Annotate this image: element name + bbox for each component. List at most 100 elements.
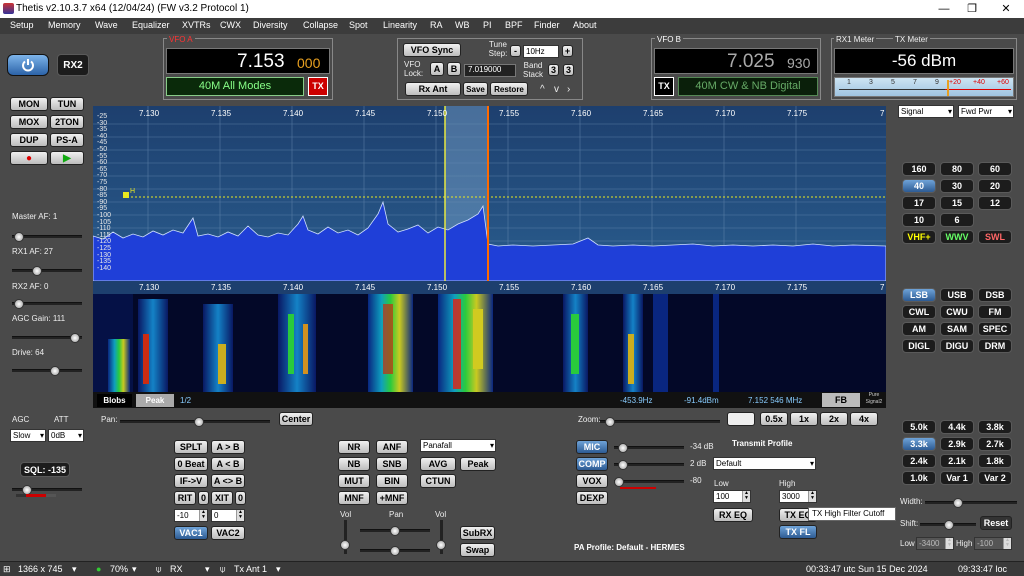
band-10-button[interactable]: 10 [902,213,936,227]
zoom-1x-button[interactable]: 1x [790,412,818,426]
menu-diversity[interactable]: Diversity [253,20,288,30]
band-stack-up-icon[interactable]: ^ [540,84,545,95]
dup-button[interactable]: DUP [10,133,48,147]
menu-xvtrs[interactable]: XVTRs [182,20,211,30]
band-160-button[interactable]: 160 [902,162,936,176]
rx2-af-slider[interactable] [12,299,82,309]
mode-dsb-button[interactable]: DSB [978,288,1012,302]
mic-button[interactable]: MIC [576,440,608,454]
zoom-4x-button[interactable]: 4x [850,412,878,426]
tx-antenna-dropdown-icon[interactable]: ▾ [276,564,281,575]
close-button[interactable]: ✕ [992,1,1020,17]
mode-cwu-button[interactable]: CWU [940,305,974,319]
menu-collapse[interactable]: Collapse [303,20,338,30]
vox-slider[interactable] [614,477,684,487]
split-button[interactable]: SPLT [174,440,208,454]
filter-1-8k-button[interactable]: 1.8k [978,454,1012,468]
restore-button[interactable]: Restore [490,82,528,96]
mode-digu-button[interactable]: DIGU [940,339,974,353]
band-40-button[interactable]: 40 [902,179,936,193]
mic-gain-slider[interactable] [614,443,684,453]
mode-lsb-button[interactable]: LSB [902,288,936,302]
filter-3-8k-button[interactable]: 3.8k [978,420,1012,434]
rx-dropdown-icon[interactable]: ▾ [205,564,210,575]
swap-button[interactable]: Swap [460,543,495,557]
zoom-slider[interactable] [600,417,720,427]
rx2-button[interactable]: RX2 [57,54,89,76]
menu-cwx[interactable]: CWX [220,20,241,30]
waterfall[interactable] [93,294,886,392]
snb-button[interactable]: SNB [376,457,408,471]
tx-low-field[interactable]: 100 ▲ ▼ [713,490,751,503]
tune-step-minus[interactable]: - [510,45,521,57]
tx-high-field[interactable]: 3000 ▲ ▼ [779,490,817,503]
master-af-slider[interactable] [12,232,82,242]
mox-button[interactable]: MOX [10,115,48,129]
filter-2-7k-button[interactable]: 2.7k [978,437,1012,451]
play-button[interactable]: ▶ [50,151,84,165]
band-60-button[interactable]: 60 [978,162,1012,176]
record-button[interactable]: ● [10,151,48,165]
rit-button[interactable]: RIT [174,491,196,505]
filter-3-3k-button[interactable]: 3.3k [902,437,936,451]
b-to-a-button[interactable]: A < B [211,457,245,471]
filter-reset-button[interactable]: Reset [980,516,1012,530]
vfo-b-tx-button[interactable]: TX [654,77,674,96]
peak-hold-button[interactable]: Peak [460,457,496,471]
agc-select[interactable]: Slow [10,429,46,442]
zoom-0-5x-button[interactable]: 0.5x [760,412,788,426]
vfo-sync-button[interactable]: VFO Sync [403,43,461,57]
mon-button[interactable]: MON [10,97,48,111]
mode-drm-button[interactable]: DRM [978,339,1012,353]
rit-zero-button[interactable]: 0 [198,491,209,505]
avg-button[interactable]: AVG [420,457,456,471]
band-swl-button[interactable]: SWL [978,230,1012,244]
filter-2-4k-button[interactable]: 2.4k [902,454,936,468]
rx-meter-select[interactable]: Signal [898,105,954,118]
band-80-button[interactable]: 80 [940,162,974,176]
ctun-button[interactable]: CTUN [420,474,456,488]
vac2-button[interactable]: VAC2 [211,526,245,540]
vfo-a-tx-button[interactable]: TX [308,77,328,96]
mute-button[interactable]: MUT [338,474,370,488]
tx-meter-select[interactable]: Fwd Pwr [958,105,1014,118]
filter-2-1k-button[interactable]: 2.1k [940,454,974,468]
zero-beat-button[interactable]: 0 Beat [174,457,208,471]
menu-ra[interactable]: RA [430,20,443,30]
vfo-lock-a-button[interactable]: A [430,62,444,76]
rx-pan-slider-2[interactable] [360,546,430,556]
band-17-button[interactable]: 17 [902,196,936,210]
xit-zero-button[interactable]: 0 [235,491,246,505]
menu-setup[interactable]: Setup [10,20,34,30]
band-12-button[interactable]: 12 [978,196,1012,210]
filter-shift-slider[interactable] [920,520,976,530]
menu-memory[interactable]: Memory [48,20,81,30]
rit-value[interactable]: -10 ▲ ▼ [174,509,208,522]
filter-var1-button[interactable]: Var 1 [940,471,974,485]
filter-4-4k-button[interactable]: 4.4k [940,420,974,434]
band-15-button[interactable]: 15 [940,196,974,210]
subrx-vol-slider[interactable] [436,520,446,554]
menu-wb[interactable]: WB [455,20,470,30]
mode-sam-button[interactable]: SAM [940,322,974,336]
band-stack-next-icon[interactable]: › [567,84,570,95]
fb-button[interactable]: FB [822,393,860,407]
nr-button[interactable]: NR [338,440,370,454]
squelch-slider[interactable] [12,485,82,495]
power-button[interactable] [7,54,49,76]
transmit-profile-select[interactable]: Default [713,457,816,470]
panadapter[interactable] [93,106,886,281]
display-mode-select[interactable]: Panafall [420,439,496,452]
subrx-button[interactable]: SubRX [460,526,495,540]
mode-fm-button[interactable]: FM [978,305,1012,319]
menu-finder[interactable]: Finder [534,20,560,30]
rx1-af-slider[interactable] [12,266,82,276]
ps-a-button[interactable]: PS-A [50,133,84,147]
cpu-dropdown-icon[interactable]: ▾ [132,564,137,575]
center-button[interactable]: Center [279,412,313,426]
menu-linearity[interactable]: Linearity [383,20,417,30]
nb-button[interactable]: NB [338,457,370,471]
peak-button[interactable]: Peak [136,394,174,407]
tx-filter-button[interactable]: TX FL [779,525,817,539]
tune-step-plus[interactable]: + [562,45,573,57]
